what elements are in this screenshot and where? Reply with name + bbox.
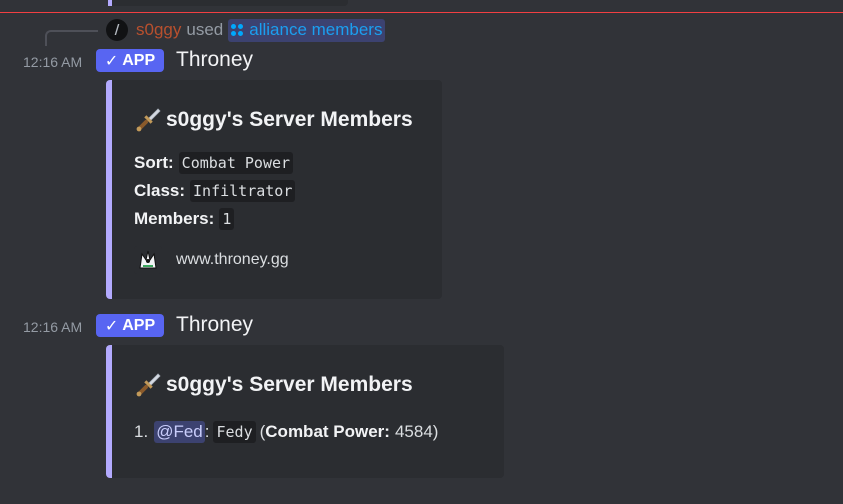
app-badge-label: APP (122, 316, 156, 334)
list-index: 1. (134, 422, 149, 441)
message-author[interactable]: Throney (176, 48, 253, 72)
field-value: Combat Power (178, 152, 294, 174)
embed-title-text: s0ggy's Server Members (166, 108, 413, 131)
command-used-text: used (186, 20, 224, 39)
embed-card: s0ggy's Server Members 1. @Fed : Fedy ( … (106, 345, 504, 478)
embed-title: s0ggy's Server Members (134, 371, 413, 399)
command-invocation: / s0ggy used alliance members (106, 17, 386, 43)
list-separator: : (204, 422, 210, 441)
app-badge-label: APP (122, 51, 156, 69)
embed-title-text: s0ggy's Server Members (166, 373, 413, 396)
checkmark-icon: ✓ (104, 316, 119, 335)
command-name: alliance members (249, 19, 383, 39)
dagger-icon (136, 108, 161, 132)
field-sort: Sort: Combat Power (134, 152, 294, 174)
close-paren: ) (432, 422, 439, 441)
stat-value: 4584 (394, 422, 433, 441)
stat-label: Combat Power: (265, 422, 390, 441)
checkmark-icon: ✓ (104, 51, 119, 70)
embed-card: s0ggy's Server Members Sort: Combat Powe… (106, 80, 442, 299)
embed-footer: www.throney.gg (134, 246, 289, 274)
message-timestamp[interactable]: 12:16 AM (23, 54, 82, 70)
message-timestamp[interactable]: 12:16 AM (23, 319, 82, 335)
field-label: Class: (134, 181, 186, 200)
app-badge: ✓ APP (96, 314, 164, 337)
slash-command-icon[interactable]: / (106, 19, 128, 41)
member-list-item: 1. @Fed : Fedy ( Combat Power: 4584 ) (134, 421, 438, 443)
field-label: Members: (134, 209, 215, 228)
dagger-icon (136, 373, 161, 397)
app-command-icon (231, 23, 244, 36)
footer-link[interactable]: www.throney.gg (176, 251, 289, 269)
embed-title: s0ggy's Server Members (134, 106, 413, 134)
command-username[interactable]: s0ggy (136, 20, 181, 40)
field-value: Infiltrator (190, 180, 296, 202)
app-badge: ✓ APP (96, 49, 164, 72)
command-name-pill[interactable]: alliance members (228, 18, 386, 42)
field-label: Sort: (134, 153, 174, 172)
reply-spine (45, 30, 98, 46)
throney-logo-icon (134, 246, 162, 274)
field-members: Members: 1 (134, 208, 235, 230)
field-class: Class: Infiltrator (134, 180, 296, 202)
user-mention[interactable]: @Fed (154, 421, 205, 443)
field-value: 1 (219, 208, 235, 230)
new-messages-divider (0, 12, 843, 13)
previous-embed-edge (108, 0, 348, 6)
username-code: Fedy (213, 421, 256, 443)
message-author[interactable]: Throney (176, 313, 253, 337)
